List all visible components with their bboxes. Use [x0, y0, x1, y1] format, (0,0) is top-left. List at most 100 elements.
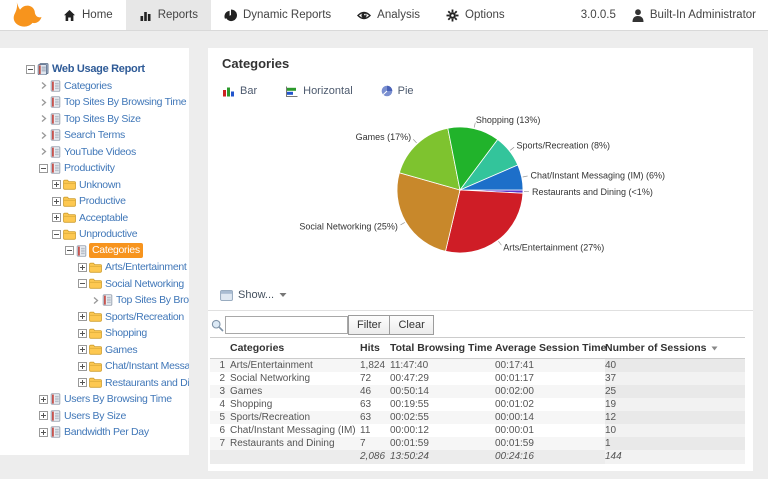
header-number-of-sessions[interactable]: Number of Sessions	[605, 338, 745, 359]
nav-analysis[interactable]: Analysis	[344, 0, 433, 30]
report-icon	[50, 410, 61, 422]
table-row[interactable]: 6Chat/Instant Messaging (IM)1100:00:1200…	[210, 424, 745, 437]
tree-item-web-usage-report[interactable]: Web Usage Report	[0, 61, 189, 78]
expand-icon[interactable]	[78, 378, 87, 387]
table-row[interactable]: 4Shopping6300:19:5500:01:0219	[210, 398, 745, 411]
tree-item-users-by-browsing-time[interactable]: Users By Browsing Time	[0, 391, 189, 408]
tree-item-arts-entertainment[interactable]: Arts/Entertainment	[0, 259, 189, 276]
expand-icon[interactable]	[78, 329, 87, 338]
chevron-right-icon[interactable]	[39, 147, 48, 156]
chart-type-label: Bar	[240, 85, 257, 97]
hbar-mini-icon	[285, 86, 298, 97]
chart-type-pie[interactable]: Pie	[381, 85, 414, 97]
tree-item-social-networking[interactable]: Social Networking	[0, 276, 189, 293]
expand-icon[interactable]	[39, 411, 48, 420]
header-average-session-time[interactable]: Average Session Time	[495, 338, 605, 359]
cell-category: Shopping	[230, 398, 360, 411]
expand-icon[interactable]	[52, 180, 61, 189]
collapse-icon[interactable]	[52, 230, 61, 239]
tree-item-categories[interactable]: Categories	[0, 243, 189, 260]
tree-item-acceptable[interactable]: Acceptable	[0, 210, 189, 227]
expand-icon[interactable]	[78, 362, 87, 371]
filter-input[interactable]	[225, 316, 348, 334]
folder-icon	[63, 196, 76, 207]
expand-icon[interactable]	[78, 312, 87, 321]
nav-home[interactable]: Home	[50, 0, 126, 30]
pie-mini-icon	[381, 85, 393, 97]
table-row[interactable]: 5Sports/Recreation6300:02:5500:00:1412	[210, 411, 745, 424]
expand-icon[interactable]	[78, 345, 87, 354]
tree-item-productivity[interactable]: Productivity	[0, 160, 189, 177]
expand-icon[interactable]	[78, 263, 87, 272]
table-row[interactable]: 2Social Networking7200:47:2900:01:1737	[210, 372, 745, 385]
header-total-browsing-time[interactable]: Total Browsing Time	[390, 338, 495, 359]
chart-type-bar[interactable]: Bar	[222, 85, 257, 97]
show-columns-icon	[220, 290, 233, 301]
pie-leader-line	[401, 222, 405, 225]
cell-avg: 00:02:00	[495, 385, 605, 398]
tree-item-bandwidth-per-day[interactable]: Bandwidth Per Day	[0, 424, 189, 441]
header-hits[interactable]: Hits	[360, 338, 390, 359]
cell-n: 1	[210, 359, 230, 373]
tree-item-users-by-size[interactable]: Users By Size	[0, 408, 189, 425]
chevron-right-icon[interactable]	[39, 98, 48, 107]
header-categories[interactable]: Categories	[230, 338, 360, 359]
app-logo[interactable]	[0, 0, 50, 30]
chart-type-horizontal[interactable]: Horizontal	[285, 85, 353, 97]
collapse-icon[interactable]	[26, 65, 35, 74]
nav-right: 3.0.0.5 Built-In Administrator	[581, 0, 768, 30]
expand-icon[interactable]	[39, 395, 48, 404]
search-icon	[211, 319, 224, 332]
tree-item-shopping[interactable]: Shopping	[0, 325, 189, 342]
chevron-right-icon[interactable]	[39, 131, 48, 140]
nav-options[interactable]: Options	[433, 0, 518, 30]
nav-items: Home ReportsDynamic ReportsAnalysisOption…	[50, 0, 518, 30]
pie-label-sports-recreation: Sports/Recreation (8%)	[517, 140, 611, 150]
chevron-right-icon[interactable]	[91, 296, 100, 305]
tree-item-sports-recreation[interactable]: Sports/Recreation	[0, 309, 189, 326]
tree-item-top-sites-by-size[interactable]: Top Sites By Size	[0, 111, 189, 128]
user-menu[interactable]: Built-In Administrator	[632, 9, 756, 22]
tree-item-chat-instant-messag[interactable]: Chat/Instant Messag	[0, 358, 189, 375]
folder-icon	[89, 361, 102, 372]
tree-item-youtube-videos[interactable]: YouTube Videos	[0, 144, 189, 161]
table-row[interactable]: 7Restaurants and Dining700:01:5900:01:59…	[210, 437, 745, 450]
tree-item-unproductive[interactable]: Unproductive	[0, 226, 189, 243]
chevron-right-icon[interactable]	[39, 81, 48, 90]
tree-item-search-terms[interactable]: Search Terms	[0, 127, 189, 144]
show-dropdown[interactable]: Show...	[220, 289, 287, 301]
nav-reports[interactable]: Reports	[126, 0, 211, 30]
pie-leader-line	[510, 147, 514, 150]
tree-item-games[interactable]: Games	[0, 342, 189, 359]
filter-button[interactable]: Filter	[348, 315, 390, 335]
expand-icon[interactable]	[39, 428, 48, 437]
chevron-right-icon[interactable]	[39, 114, 48, 123]
divider	[208, 310, 753, 311]
table-row[interactable]: 1Arts/Entertainment1,82411:47:4000:17:41…	[210, 359, 745, 373]
sort-desc-icon	[711, 342, 718, 354]
table-row[interactable]: 3Games4600:50:1400:02:0025	[210, 385, 745, 398]
report-icon	[50, 80, 61, 92]
tree-item-restaurants-and-dini[interactable]: Restaurants and Dini	[0, 375, 189, 392]
tree-item-productive[interactable]: Productive	[0, 193, 189, 210]
collapse-icon[interactable]	[39, 164, 48, 173]
collapse-icon[interactable]	[78, 279, 87, 288]
pie-leader-line	[498, 241, 501, 245]
tree-item-categories[interactable]: Categories	[0, 78, 189, 95]
tree-item-top-sites-by-brow[interactable]: Top Sites By Brow	[0, 292, 189, 309]
report-icon	[50, 146, 61, 158]
folder-icon	[89, 377, 102, 388]
clear-button[interactable]: Clear	[389, 315, 433, 335]
cell-category: Games	[230, 385, 360, 398]
nav-dynamic-reports[interactable]: Dynamic Reports	[211, 0, 344, 30]
cell-sessions: 37	[605, 372, 745, 385]
pie-label-games: Games (17%)	[356, 132, 412, 142]
total-cell	[210, 450, 230, 464]
folder-icon	[63, 179, 76, 190]
collapse-icon[interactable]	[65, 246, 74, 255]
tree-item-unknown[interactable]: Unknown	[0, 177, 189, 194]
tree-item-top-sites-by-browsing-time[interactable]: Top Sites By Browsing Time	[0, 94, 189, 111]
nav-label: Home	[82, 9, 113, 21]
expand-icon[interactable]	[52, 197, 61, 206]
expand-icon[interactable]	[52, 213, 61, 222]
